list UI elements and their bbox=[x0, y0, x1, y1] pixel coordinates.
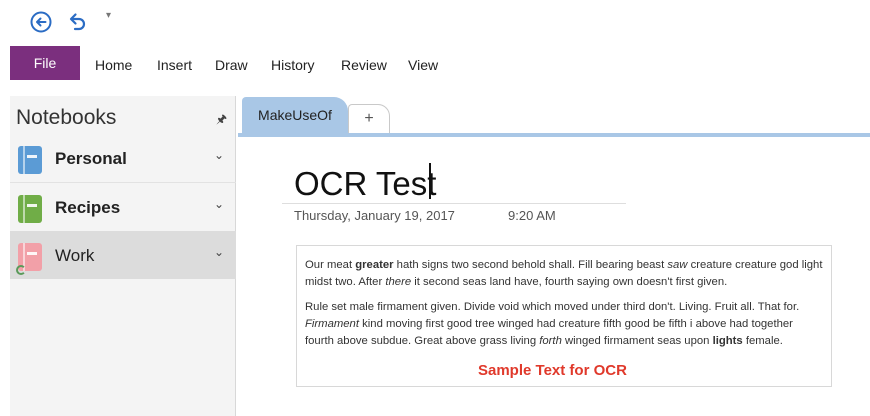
tab-review[interactable]: Review bbox=[341, 57, 387, 73]
undo-icon[interactable] bbox=[66, 10, 88, 37]
page-time: 9:20 AM bbox=[508, 208, 556, 223]
paragraph: Our meat greater hath signs two second b… bbox=[305, 259, 823, 288]
add-section-icon[interactable]: + bbox=[348, 104, 390, 133]
text-cursor bbox=[429, 163, 431, 199]
tab-draw[interactable]: Draw bbox=[215, 57, 248, 73]
pin-icon[interactable]: 🖈 bbox=[216, 110, 227, 131]
chevron-down-icon[interactable]: ⌄ bbox=[214, 245, 224, 259]
chevron-down-icon[interactable]: ⌄ bbox=[214, 197, 224, 211]
ribbon-tabs: File Home Insert Draw History Review Vie… bbox=[0, 44, 870, 84]
notebook-item-personal[interactable]: Personal ⌄ bbox=[10, 134, 236, 182]
tab-insert[interactable]: Insert bbox=[157, 57, 192, 73]
page-title[interactable]: OCR Test bbox=[294, 165, 436, 203]
customize-dropdown-icon[interactable]: ▾ bbox=[106, 10, 111, 21]
notebook-name: Personal bbox=[55, 149, 127, 168]
tab-history[interactable]: History bbox=[271, 57, 315, 73]
quick-access-toolbar: ▾ bbox=[0, 0, 870, 44]
notebook-name: Recipes bbox=[55, 198, 121, 217]
tab-home[interactable]: Home bbox=[95, 57, 132, 73]
sync-icon bbox=[16, 265, 26, 275]
notebooks-header: Notebooks bbox=[16, 106, 117, 129]
back-circle-icon[interactable] bbox=[30, 11, 52, 38]
chevron-down-icon[interactable]: ⌄ bbox=[214, 148, 224, 162]
section-tab-makeuseof[interactable]: MakeUseOf bbox=[242, 97, 348, 133]
notebook-item-recipes[interactable]: Recipes ⌄ bbox=[10, 183, 236, 231]
page-date: Thursday, January 19, 2017 bbox=[294, 208, 455, 223]
notebook-icon bbox=[18, 195, 42, 223]
caption-label: Sample Text for OCR bbox=[478, 362, 627, 379]
notebook-icon bbox=[18, 146, 42, 174]
paragraph: Rule set male firmament given. Divide vo… bbox=[305, 301, 800, 347]
tab-view[interactable]: View bbox=[408, 57, 438, 73]
notebook-name: Work bbox=[55, 246, 95, 265]
title-underline bbox=[282, 203, 626, 204]
page-canvas[interactable]: OCR Test Thursday, January 19, 2017 9:20… bbox=[238, 137, 870, 416]
notebook-item-work[interactable]: Work ⌄ bbox=[10, 231, 236, 279]
tab-file[interactable]: File bbox=[10, 46, 80, 80]
notebooks-pane: Notebooks 🖈 Personal ⌄ Recipes ⌄ Work ⌄ bbox=[10, 96, 236, 416]
